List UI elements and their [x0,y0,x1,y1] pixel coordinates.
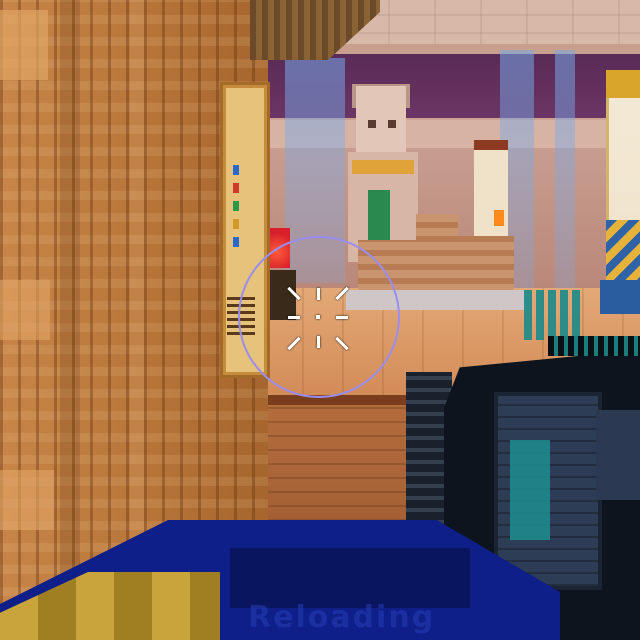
weapon-glow [510,440,550,540]
poster-glyph [233,237,239,247]
statue-eye [388,120,396,128]
pillar-base [600,280,640,314]
weapon-sight [524,290,584,340]
statue-head [356,86,406,156]
crosshair-dot [316,315,320,319]
weapon-plate [596,410,640,500]
wood-highlight [0,10,48,80]
foreground-block-inset [230,548,470,608]
crosshair-tick [336,316,348,319]
reload-status: Reloading [248,600,436,635]
pillar-band [606,70,640,98]
wood-shadow [60,0,80,640]
clay-pot [416,214,458,292]
light-beam [555,50,575,290]
poster-glyph [233,201,239,211]
game-viewport[interactable]: Reloading [0,0,640,640]
wood-highlight [0,470,54,530]
pillar-pattern [606,220,640,280]
poster-glyph [233,165,239,175]
poster-glyph [233,219,239,229]
crosshair-tick [317,288,320,300]
wood-highlight [0,280,50,340]
torch-flame [494,210,504,226]
statue-collar [352,160,414,174]
statue-sash [368,190,390,242]
crosshair-tick [288,316,300,319]
statue-eye [368,120,376,128]
clay-pot [458,236,514,292]
poster-glyph [233,183,239,193]
crosshair-tick [317,336,320,348]
weapon-rail [548,336,640,356]
